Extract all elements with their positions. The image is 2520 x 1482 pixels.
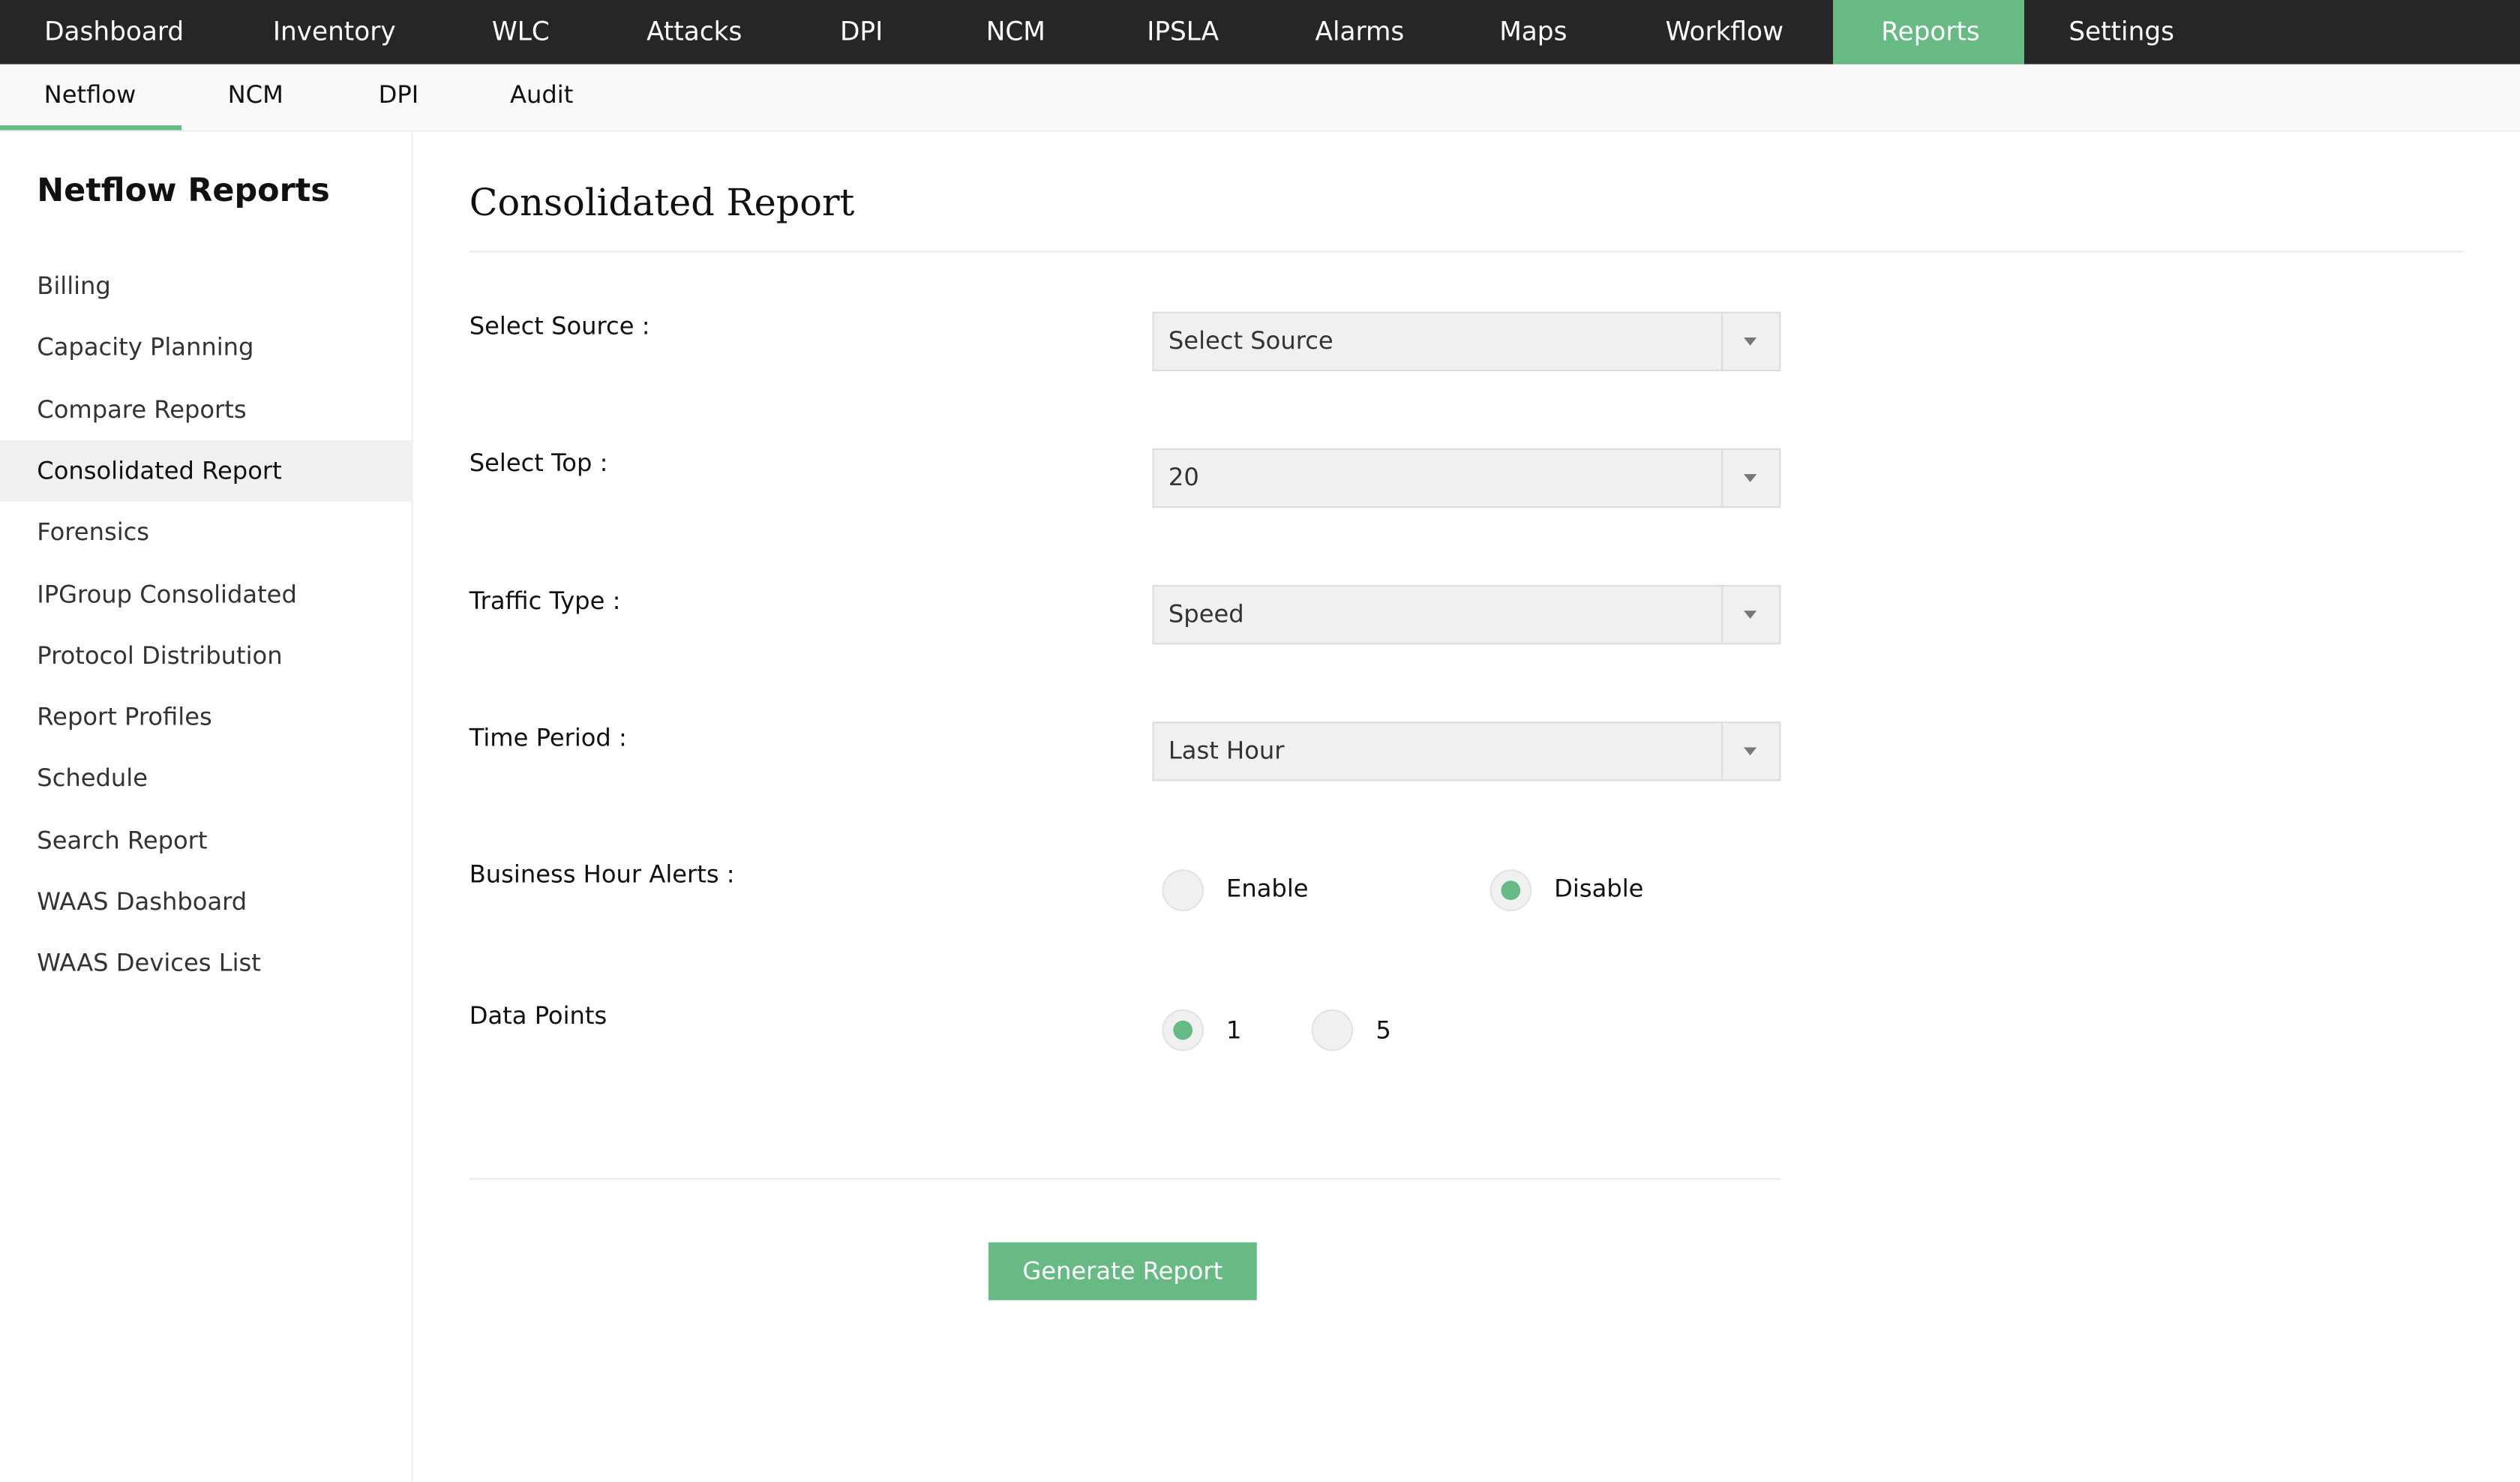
data-points-5-label: 5 (1376, 1016, 1391, 1045)
sidebar-item-protocol-distribution[interactable]: Protocol Distribution (0, 626, 412, 686)
subnav-audit[interactable]: Audit (510, 64, 573, 125)
traffic-type-label: Traffic Type : (469, 586, 621, 616)
traffic-type-value: Speed (1168, 599, 1244, 628)
select-source-dropdown[interactable]: Select Source (1152, 311, 1781, 372)
title-divider (469, 250, 2464, 253)
nav-dashboard[interactable]: Dashboard (0, 0, 232, 64)
time-period-label: Time Period : (469, 723, 627, 752)
sidebar-item-compare-reports[interactable]: Compare Reports (0, 380, 412, 440)
active-tab-indicator (0, 125, 182, 130)
chevron-down-icon[interactable] (1721, 586, 1779, 644)
data-points-1-label: 1 (1226, 1016, 1242, 1045)
nav-alarms[interactable]: Alarms (1267, 0, 1452, 64)
traffic-type-dropdown[interactable]: Speed (1152, 585, 1781, 645)
data-points-5-radio[interactable] (1311, 1009, 1354, 1052)
sidebar-item-capacity-planning[interactable]: Capacity Planning (0, 316, 412, 377)
sidebar-item-billing[interactable]: Billing (0, 256, 412, 316)
sidebar-item-schedule[interactable]: Schedule (0, 747, 412, 808)
sidebar-item-report-profiles[interactable]: Report Profiles (0, 686, 412, 747)
nav-reports[interactable]: Reports (1832, 0, 2024, 64)
sidebar-item-waas-dashboard[interactable]: WAAS Dashboard (0, 871, 412, 932)
select-top-dropdown[interactable]: 20 (1152, 448, 1781, 508)
select-source-label: Select Source : (469, 311, 650, 341)
nav-attacks[interactable]: Attacks (598, 0, 790, 64)
enable-radio-label: Enable (1226, 874, 1309, 904)
time-period-value: Last Hour (1168, 736, 1285, 766)
nav-ncm[interactable]: NCM (938, 0, 1094, 64)
business-hour-alerts-label: Business Hour Alerts : (469, 860, 735, 890)
nav-inventory[interactable]: Inventory (225, 0, 444, 64)
generate-report-button[interactable]: Generate Report (988, 1242, 1257, 1300)
sub-nav: Netflow NCM DPI Audit (0, 64, 2520, 132)
enable-radio[interactable] (1162, 869, 1204, 912)
sidebar-title: Netflow Reports (37, 170, 330, 209)
sidebar: Netflow Reports Billing Capacity Plannin… (0, 131, 413, 1482)
subnav-ncm[interactable]: NCM (228, 64, 284, 125)
subnav-netflow[interactable]: Netflow (44, 64, 136, 125)
select-source-value: Select Source (1168, 326, 1334, 356)
nav-wlc[interactable]: WLC (444, 0, 598, 64)
sidebar-item-consolidated-report[interactable]: Consolidated Report (0, 440, 412, 502)
subnav-dpi[interactable]: DPI (379, 64, 419, 125)
chevron-down-icon[interactable] (1721, 723, 1779, 780)
time-period-dropdown[interactable]: Last Hour (1152, 722, 1781, 782)
nav-maps[interactable]: Maps (1451, 0, 1616, 64)
sidebar-item-waas-devices-list[interactable]: WAAS Devices List (0, 932, 412, 993)
top-nav: Dashboard Inventory WLC Attacks DPI NCM … (0, 0, 2520, 64)
disable-radio-label: Disable (1554, 874, 1644, 904)
sidebar-item-forensics[interactable]: Forensics (0, 502, 412, 562)
chevron-down-icon[interactable] (1721, 450, 1779, 507)
sidebar-item-search-report[interactable]: Search Report (0, 810, 412, 871)
nav-ipsla[interactable]: IPSLA (1099, 0, 1267, 64)
select-top-label: Select Top : (469, 448, 608, 478)
page-title: Consolidated Report (469, 183, 855, 226)
form-divider (469, 1178, 1781, 1180)
data-points-label: Data Points (469, 1001, 608, 1030)
chevron-down-icon[interactable] (1721, 313, 1779, 370)
nav-workflow[interactable]: Workflow (1617, 0, 1832, 64)
sidebar-item-ipgroup-consolidated[interactable]: IPGroup Consolidated (0, 564, 412, 625)
disable-radio[interactable] (1490, 869, 1532, 912)
select-top-value: 20 (1168, 463, 1199, 492)
data-points-1-radio[interactable] (1162, 1009, 1204, 1052)
nav-settings[interactable]: Settings (2020, 0, 2222, 64)
nav-dpi[interactable]: DPI (792, 0, 932, 64)
